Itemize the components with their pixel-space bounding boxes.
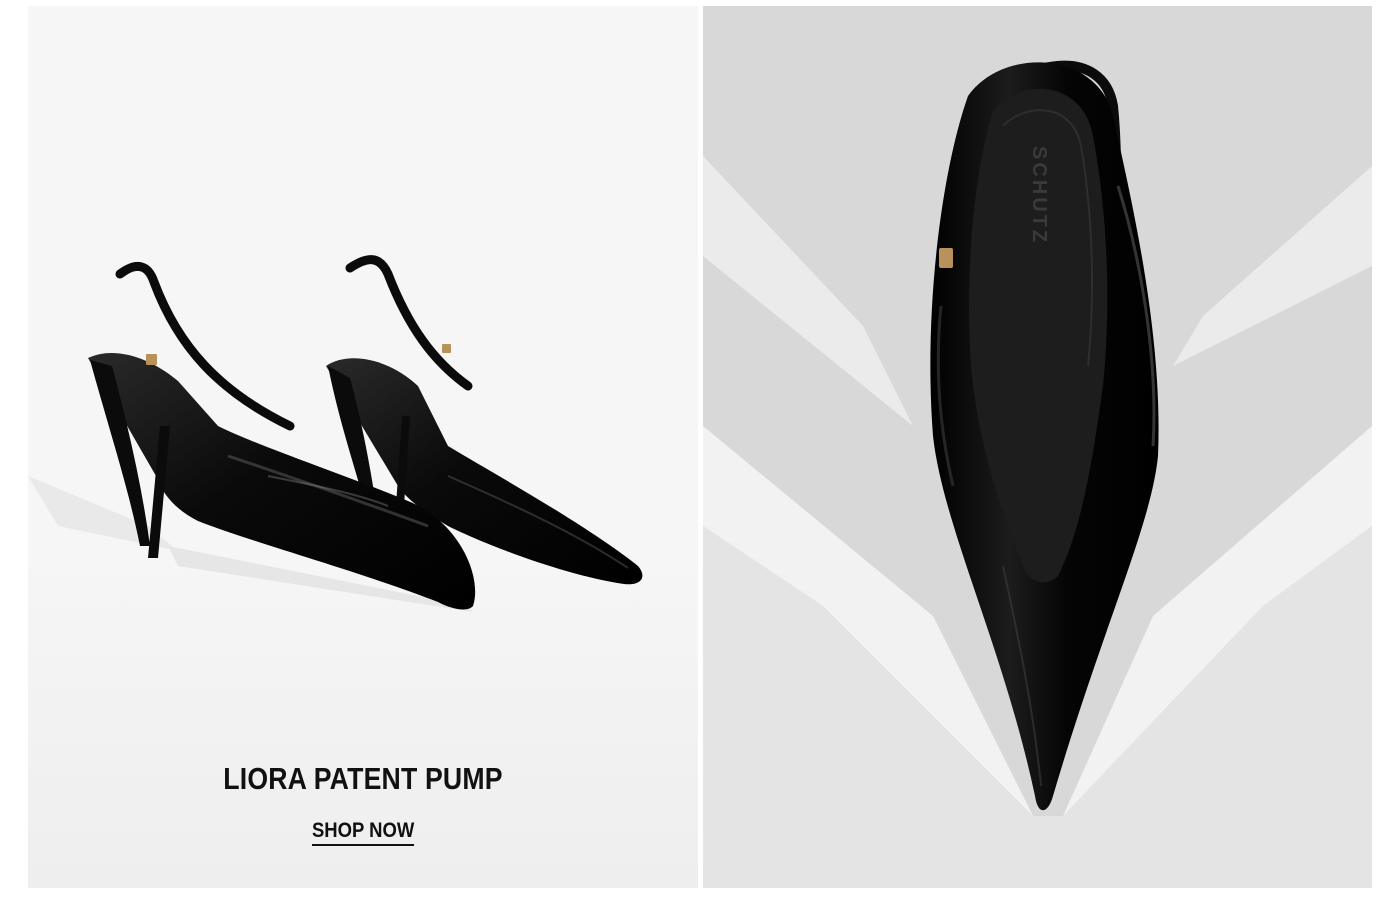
product-closeup-panel: SCHUTZ [703, 6, 1372, 888]
insole-brand-mark: SCHUTZ [1028, 146, 1050, 245]
shop-now-link-container: SHOP NOW [28, 819, 698, 846]
shop-now-link[interactable]: SHOP NOW [311, 819, 415, 846]
pump-closeup-image[interactable]: SCHUTZ [703, 6, 1372, 888]
product-title: LIORA PATENT PUMP [223, 761, 503, 796]
product-feature-panel: LIORA PATENT PUMP SHOP NOW [28, 6, 698, 888]
pair-of-slingback-pumps-image[interactable] [28, 6, 698, 888]
